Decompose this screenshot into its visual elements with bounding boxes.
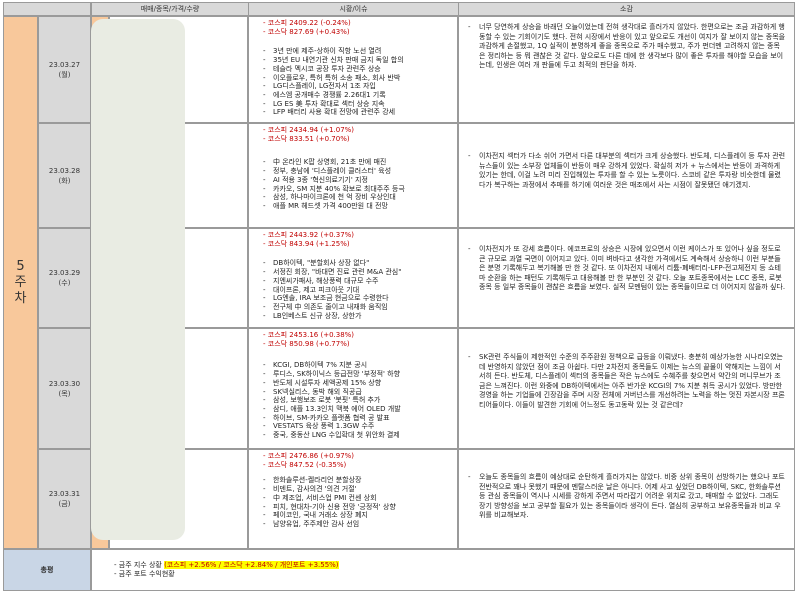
- news-item: 삼성, 하나마이크론에 천 억 장비 우상인대: [263, 193, 457, 202]
- opinion-cell: 이차전지가 또 강세 흐름이다. 에코프로의 상승은 시장에 있으면서 이런 케…: [458, 228, 795, 328]
- header-news: 시황/이슈: [248, 2, 459, 16]
- date-text: 23.03.31: [48, 490, 81, 498]
- news-cell: - 코스피 2409.22 (-0.24%) - 코스닥 827.69 (+0.…: [248, 16, 458, 123]
- news-item: 中 온라인 K팝 상영회, 21초 만에 매진: [263, 158, 457, 167]
- kospi-line: - 코스피 2453.16 (+0.38%): [263, 331, 355, 339]
- news-item: 한화솔루션-켈라리언 분할상장: [263, 476, 457, 485]
- week-label-char: 주: [14, 274, 27, 290]
- news-item: 테슬라 멕시코 공장 투자 관련주 상승: [263, 65, 457, 74]
- kospi-line: - 코스피 2443.92 (+0.37%): [263, 231, 355, 239]
- news-item: 카카오, SM 지분 40% 확보로 최대주주 등극: [263, 185, 457, 194]
- news-cell: - 코스피 2443.92 (+0.37%) - 코스닥 843.94 (+1.…: [248, 228, 458, 328]
- header-holdings: 매매/종목/가격/수량: [91, 2, 249, 16]
- news-item: DB하이텍, "분할회사 상장 없다": [263, 259, 457, 268]
- news-item: 남양유업, 주주제안 감사 선임: [263, 520, 457, 529]
- date-cell: 23.03.27 (월): [38, 16, 91, 123]
- weekday-text: (화): [58, 176, 71, 185]
- kospi-line: - 코스피 2476.86 (+0.97%): [263, 452, 355, 460]
- news-item: LB인베스트 신규 상장, 상한가: [263, 312, 457, 321]
- news-item: LG엔솔, IRA 보조금 현금으로 수령한다: [263, 294, 457, 303]
- news-item: 전구체 中 의존도 줄이고 내재화 움직임: [263, 303, 457, 312]
- news-item: 피치, 현대차-기아 신용 전망 '긍정적' 상향: [263, 503, 457, 512]
- news-item: 삼성, 보행보조 로봇 '봇핏' 특허 추가: [263, 396, 457, 405]
- opinion-cell: 오늘도 종목들의 흐름이 예상대로 순탄하게 흘러가지는 않았다. 비중 상위 …: [458, 449, 795, 549]
- opinion-text: 너무 당연하게 상승을 바래던 오늘이었는데 전혀 생각대로 흘러가지 않았다.…: [468, 23, 786, 71]
- news-item: 비덴트, 감사의견 '의견 거절': [263, 485, 457, 494]
- news-item: 페이코인, 국내 거래소 상장 폐지: [263, 511, 457, 520]
- news-item: 서정진 회장, "바대면 진료 관련 M&A 관심": [263, 268, 457, 277]
- weekday-text: (수): [58, 279, 71, 287]
- date-cell: 23.03.31 (금): [38, 449, 91, 549]
- summary-body: - 금주 지수 상황 (코스피 +2.56% / 코스닥 +2.84% / 개인…: [91, 549, 795, 591]
- date-text: 23.03.29: [48, 269, 81, 277]
- news-item: 中 제조업, 서비스업 PMI 컨센 상회: [263, 494, 457, 503]
- news-item: 중국, 중동산 LNG 수입확대 첫 위안화 결제: [263, 431, 457, 440]
- news-item: 애플 MR 헤드셋 가격 400만원 대 전망: [263, 202, 457, 211]
- week-label: 5 주 차: [3, 16, 38, 549]
- summary-line-portfolio: - 금주 포트 수익현황: [114, 570, 175, 578]
- opinion-text: SK관련 주식들이 제한적인 수준의 주주환원 정책으로 급등을 이뤄냈다. 충…: [468, 353, 786, 410]
- kospi-line: - 코스피 2409.22 (-0.24%): [263, 19, 351, 27]
- news-cell: - 코스피 2476.86 (+0.97%) - 코스닥 847.52 (-0.…: [248, 449, 458, 549]
- date-text: 23.03.28: [48, 166, 81, 175]
- news-item: LFP 배터리 사용 확대 전망에 관련주 강세: [263, 108, 457, 117]
- news-item: 이오플로우, 특허 특허 소송 패소, 회사 반박: [263, 74, 457, 83]
- date-cell: 23.03.29 (수): [38, 228, 91, 328]
- kosdaq-line: - 코스닥 827.69 (+0.43%): [263, 27, 350, 36]
- opinion-cell: SK관련 주식들이 제한적인 수준의 주주환원 정책으로 급등을 이뤄냈다. 충…: [458, 328, 795, 449]
- kosdaq-line: - 코스닥 843.94 (+1.25%): [263, 239, 350, 248]
- weekday-text: (월): [58, 70, 71, 79]
- kospi-line: - 코스피 2434.94 (+1.07%): [263, 126, 355, 134]
- news-item: LG디스플레이, LG전자서 1조 자입: [263, 82, 457, 91]
- news-item: 정부, 충남에 '디스플레이 클러스터' 육성: [263, 167, 457, 176]
- opinion-text: 이차전지가 또 강세 흐름이다. 에코프로의 상승은 시장에 있으면서 이런 케…: [468, 245, 786, 293]
- news-item: SK넥실리스, 동박 해외 직공급: [263, 388, 457, 397]
- summary-label: 총평: [3, 549, 91, 591]
- news-item: 대이프론, 제고 피크아웃 기대: [263, 286, 457, 295]
- kosdaq-line: - 코스닥 847.52 (-0.35%): [263, 460, 347, 469]
- kosdaq-line: - 코스닥 833.51 (+0.70%): [263, 134, 350, 143]
- opinion-text: 이차전지 섹터가 다소 쉬어 가면서 다른 대부분의 섹터가 크게 상승했다. …: [468, 152, 786, 190]
- news-item: KCGI, DB하이텍 7% 지분 공시: [263, 361, 457, 370]
- header-blank-left: [3, 2, 91, 16]
- news-item: AI 적용 3종 '혁신의료기기' 지정: [263, 176, 457, 185]
- news-item: 루디스, SK하이닉스 등급전망 '부정적' 하향: [263, 370, 457, 379]
- news-item: 3년 만에 제주-상하이 직항 노선 열려: [263, 47, 457, 56]
- week-label-char: 차: [14, 290, 27, 306]
- holdings-redacted-region: [91, 19, 185, 540]
- opinion-cell: 너무 당연하게 상승을 바래던 오늘이었는데 전혀 생각대로 흘러가지 않았다.…: [458, 16, 795, 123]
- header-opinion: 소감: [458, 2, 795, 16]
- kosdaq-line: - 코스닥 850.98 (+0.77%): [263, 339, 350, 348]
- weekday-text: (목): [58, 389, 71, 398]
- opinion-cell: 이차전지 섹터가 다소 쉬어 가면서 다른 대부분의 섹터가 크게 상승했다. …: [458, 123, 795, 228]
- news-item: 반도체 시설투자 세액공제 15% 상향: [263, 379, 457, 388]
- summary-prefix: - 금주 지수 상황: [114, 561, 165, 569]
- news-cell: - 코스피 2453.16 (+0.38%) - 코스닥 850.98 (+0.…: [248, 328, 458, 449]
- date-text: 23.03.27: [48, 60, 81, 69]
- news-item: 지엔씨가패사, 해상풍력 대규모 수주: [263, 277, 457, 286]
- week-label-char: 5: [16, 258, 25, 274]
- summary-highlight: (코스피 +2.56% / 코스닥 +2.84% / 개인포트 +3.55%): [164, 561, 339, 569]
- date-cell: 23.03.28 (화): [38, 123, 91, 228]
- date-cell: 23.03.30 (목): [38, 328, 91, 449]
- news-item: 에스엠 공개매수 경쟁률 2.26대1 기록: [263, 91, 457, 100]
- weekday-text: (금): [58, 500, 71, 508]
- opinion-text: 오늘도 종목들의 흐름이 예상대로 순탄하게 흘러가지는 않았다. 비중 상위 …: [468, 473, 786, 521]
- news-cell: - 코스피 2434.94 (+1.07%) - 코스닥 833.51 (+0.…: [248, 123, 458, 228]
- date-text: 23.03.30: [48, 379, 81, 388]
- summary-line-index: - 금주 지수 상황 (코스피 +2.56% / 코스닥 +2.84% / 개인…: [114, 561, 794, 570]
- weekly-journal-sheet: 매매/종목/가격/수량 시황/이슈 소감 5 주 차 23.03.27 (월) …: [3, 2, 795, 591]
- news-item: VESTATS 육상 풍력 1.3GW 수주: [263, 422, 457, 431]
- news-item: 35년 EU 내연기관 신차 판매 금지 독일 합의: [263, 56, 457, 65]
- news-item: 삼디, 애플 13.3인치 맥북 에어 OLED 개발: [263, 405, 457, 414]
